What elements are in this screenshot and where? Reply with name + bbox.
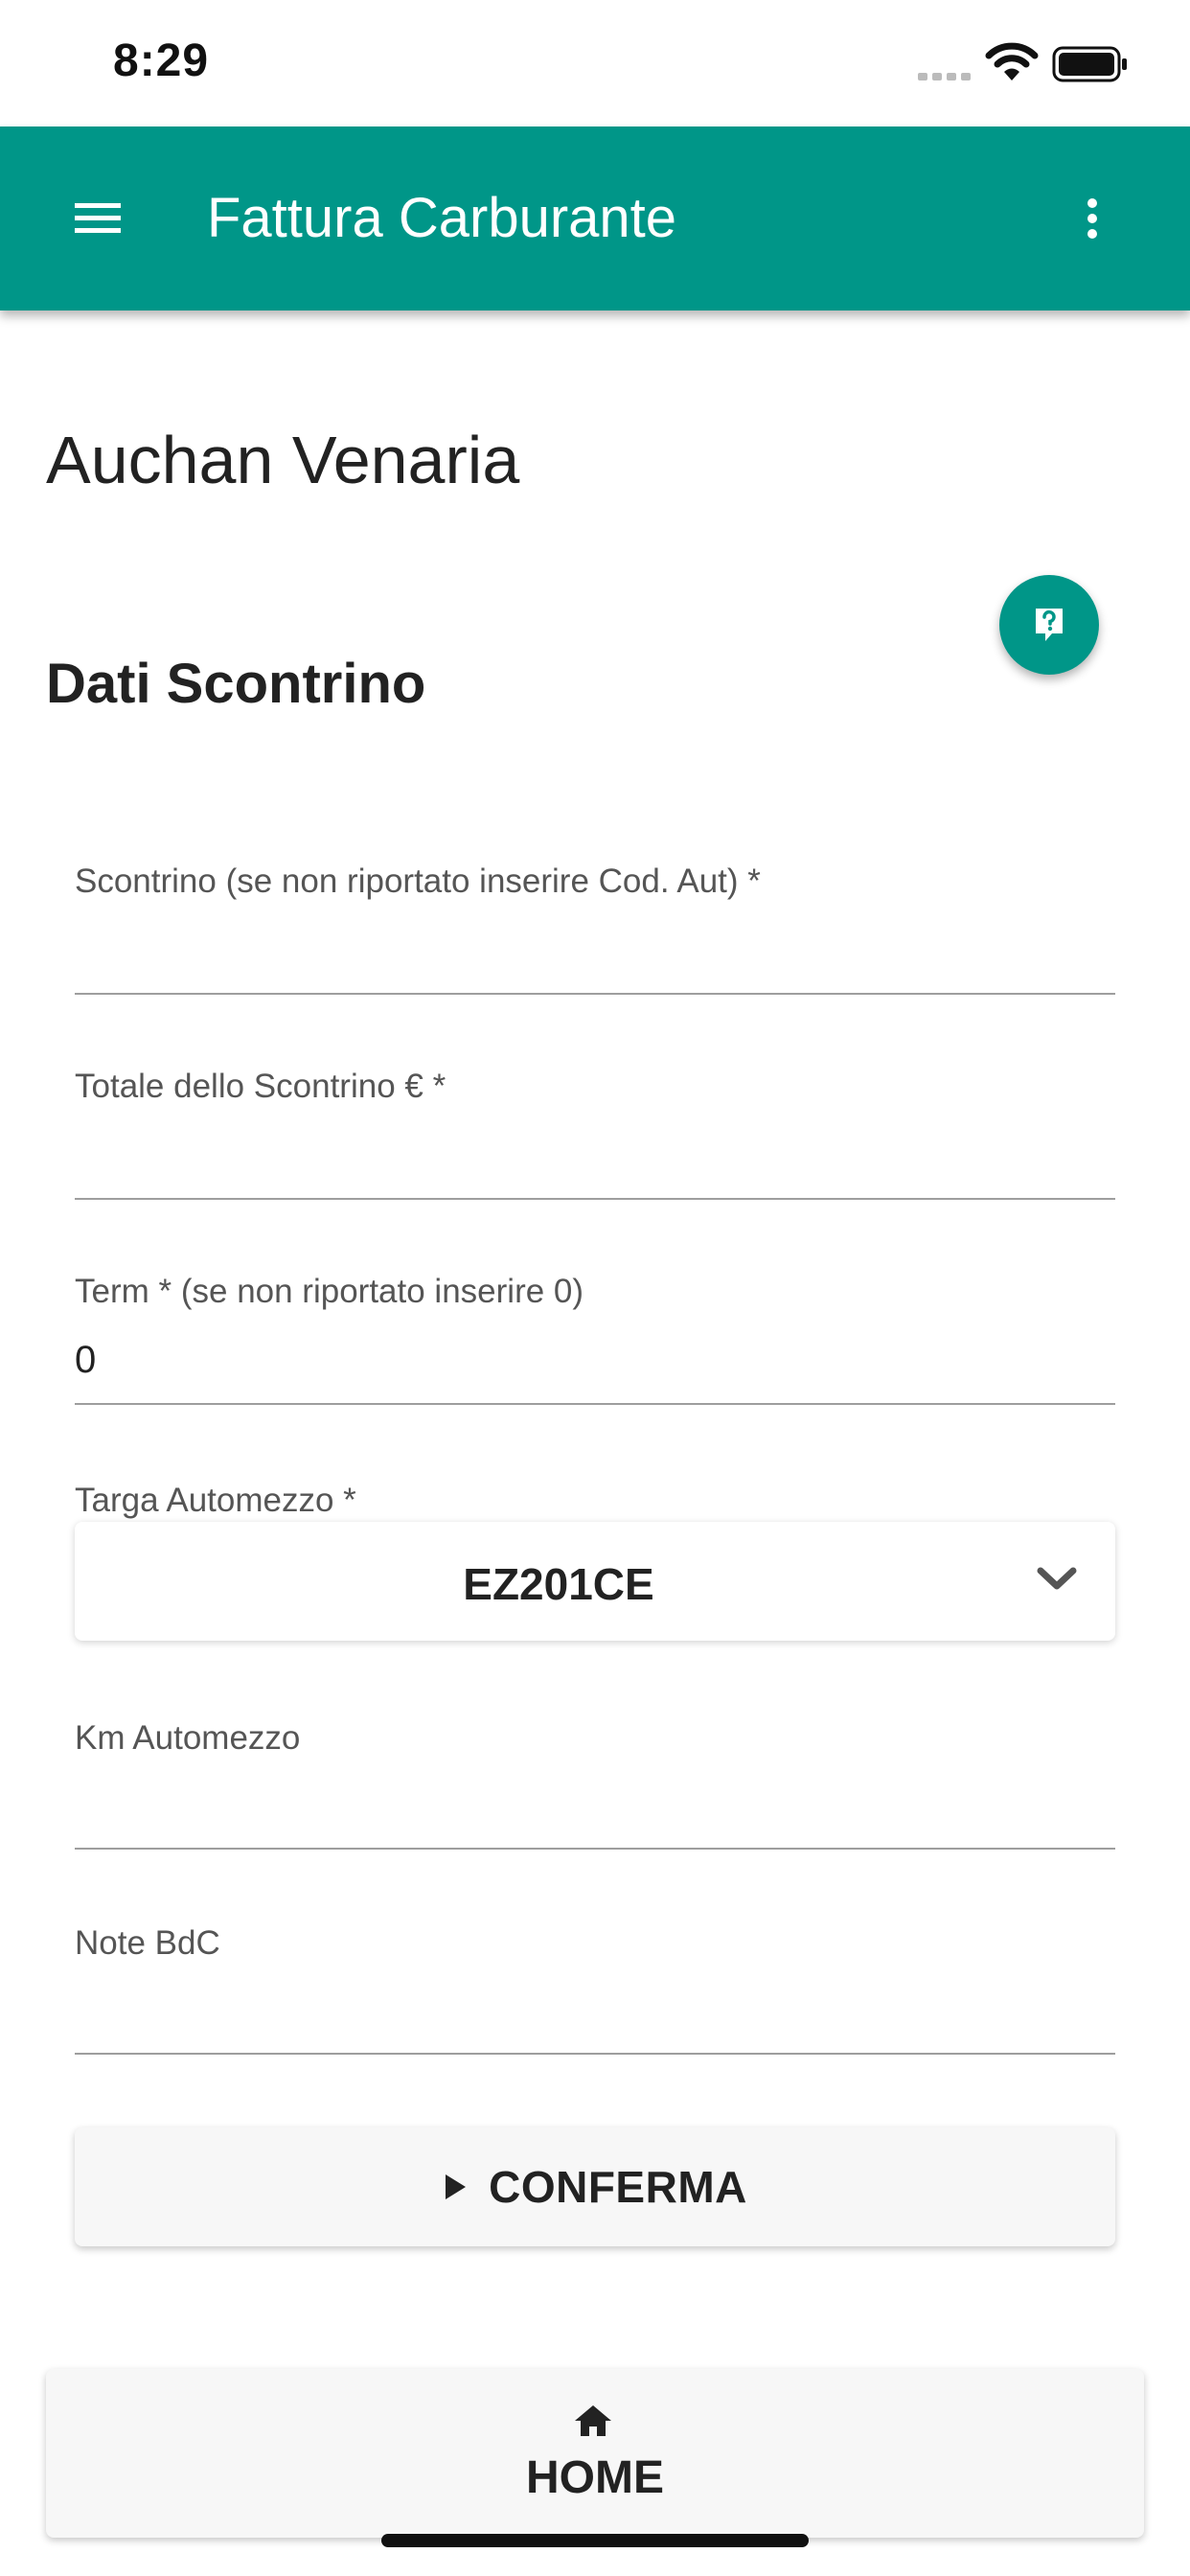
term-label: Term * (se non riportato inserire 0) xyxy=(75,1273,584,1310)
wifi-icon xyxy=(985,42,1039,80)
total-input[interactable] xyxy=(75,1131,1115,1194)
total-label: Totale dello Scontrino € * xyxy=(75,1068,446,1105)
plate-selected-value: EZ201CE xyxy=(463,1559,654,1609)
receipt-field: Scontrino (se non riportato inserire Cod… xyxy=(75,862,1115,995)
term-field: Term * (se non riportato inserire 0) xyxy=(75,1273,1115,1405)
hamburger-menu-icon xyxy=(75,203,121,233)
home-label: HOME xyxy=(526,2452,664,2503)
home-indicator xyxy=(381,2534,809,2547)
vertical-dots-icon xyxy=(1087,198,1097,239)
more-options-button[interactable] xyxy=(1064,184,1121,253)
fuel-invoice-screen: 8:29 Fattura Carburante Auchan Venaria D… xyxy=(0,0,1190,2576)
cellular-signal-icon xyxy=(918,73,971,80)
play-icon xyxy=(446,2174,467,2199)
home-button[interactable]: HOME xyxy=(46,2369,1144,2538)
app-title: Fattura Carburante xyxy=(207,187,677,249)
confirm-button[interactable]: CONFERMA xyxy=(75,2128,1115,2246)
confirm-label: CONFERMA xyxy=(489,2162,747,2212)
term-input[interactable] xyxy=(75,1328,1115,1392)
plate-label: Targa Automezzo * xyxy=(75,1482,356,1519)
km-label: Km Automezzo xyxy=(75,1719,301,1757)
receipt-label: Scontrino (se non riportato inserire Cod… xyxy=(75,862,761,900)
km-field: Km Automezzo xyxy=(75,1719,1115,1850)
menu-button[interactable] xyxy=(57,184,138,253)
section-title: Dati Scontrino xyxy=(46,653,426,715)
chevron-down-icon xyxy=(1037,1567,1077,1590)
notes-input[interactable] xyxy=(75,1986,1115,2049)
home-icon xyxy=(575,2405,611,2436)
help-button[interactable] xyxy=(999,575,1099,675)
app-bar: Fattura Carburante xyxy=(0,126,1190,310)
status-bar: 8:29 xyxy=(0,0,1190,126)
receipt-input[interactable] xyxy=(75,926,1115,989)
notes-field: Note BdC xyxy=(75,1924,1115,2055)
station-name: Auchan Venaria xyxy=(46,423,520,497)
help-icon xyxy=(1036,609,1063,641)
notes-label: Note BdC xyxy=(75,1924,220,1962)
plate-select[interactable]: EZ201CE xyxy=(75,1522,1115,1641)
km-input[interactable] xyxy=(75,1781,1115,1844)
status-time: 8:29 xyxy=(113,35,210,86)
total-field: Totale dello Scontrino € * xyxy=(75,1068,1115,1200)
battery-icon xyxy=(1052,46,1127,82)
